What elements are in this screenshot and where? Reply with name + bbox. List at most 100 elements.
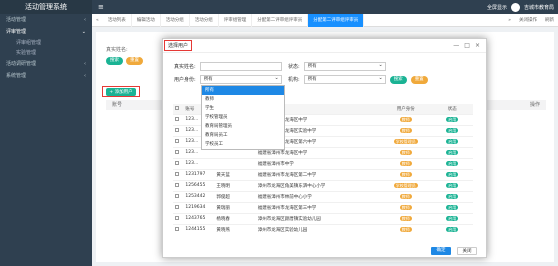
cell-account: 123... bbox=[183, 157, 215, 169]
sidebar-subitem-experiment[interactable]: 实验管理 bbox=[0, 48, 92, 58]
bg-search-button[interactable]: 搜索 bbox=[106, 57, 123, 65]
sidebar: 活动管理系统 活动管理 ‹ 评审管理 ⌄ 评审组管理 实验管理 活动调研管理 ‹ 系统… bbox=[0, 0, 92, 266]
row-select-cell[interactable] bbox=[173, 157, 184, 169]
menu-icon[interactable]: ≡ bbox=[98, 3, 104, 11]
row-checkbox[interactable] bbox=[175, 204, 179, 209]
identity-select[interactable]: 所有 bbox=[199, 75, 282, 84]
app-title: 活动管理系统 bbox=[0, 0, 92, 14]
table-row[interactable]: 123... 福建省漳州市中学 教师 启用 bbox=[173, 157, 473, 169]
sidebar-item-review[interactable]: 评审管理 ⌄ bbox=[0, 26, 92, 38]
user-name[interactable]: 吉城市教育局 bbox=[524, 4, 554, 11]
row-checkbox[interactable] bbox=[175, 116, 179, 121]
dropdown-option[interactable]: 教育局管理员 bbox=[202, 122, 284, 131]
real-name-label: 真实姓名: bbox=[174, 64, 196, 70]
cell-org: 漳州市龙海区实验幼儿园 bbox=[255, 223, 380, 235]
modal-reset-button[interactable]: 重置 bbox=[410, 75, 428, 84]
identity-badge: 教师 bbox=[399, 226, 412, 232]
real-name-input[interactable] bbox=[199, 62, 282, 71]
row-checkbox[interactable] bbox=[175, 171, 179, 176]
row-select-cell[interactable] bbox=[173, 190, 184, 202]
status-badge: 启用 bbox=[446, 226, 459, 232]
sidebar-item-survey[interactable]: 活动调研管理 ‹ bbox=[0, 58, 92, 70]
row-select-cell[interactable] bbox=[173, 179, 184, 191]
status-badge: 启用 bbox=[446, 215, 459, 221]
row-select-cell[interactable] bbox=[173, 168, 184, 180]
row-select-cell[interactable] bbox=[173, 146, 184, 158]
confirm-button[interactable]: 确定 bbox=[431, 247, 451, 255]
cell-status: 启用 bbox=[431, 146, 473, 158]
close-operations-button[interactable]: 关闭操作 bbox=[515, 17, 541, 23]
sidebar-item-activity[interactable]: 活动管理 ‹ bbox=[0, 14, 92, 26]
row-checkbox[interactable] bbox=[175, 193, 179, 198]
bg-form-label: 真实姓名: bbox=[106, 47, 128, 53]
select-all-checkbox[interactable] bbox=[175, 105, 179, 110]
tab[interactable]: 编辑活动 bbox=[132, 13, 161, 27]
identity-label: 用户身份: bbox=[174, 77, 196, 83]
topbar: ≡ 全屏显示 吉城市教育局 bbox=[92, 0, 558, 14]
add-user-button-highlight[interactable]: + 添加用户 bbox=[102, 86, 140, 97]
col-identity: 用户身份 bbox=[379, 104, 432, 114]
org-select[interactable]: 所有 bbox=[303, 75, 386, 84]
close-icon[interactable]: × bbox=[475, 42, 480, 49]
row-checkbox[interactable] bbox=[175, 138, 179, 143]
dropdown-option[interactable]: 学生 bbox=[202, 104, 284, 113]
tabs-prev-icon[interactable]: « bbox=[92, 18, 103, 23]
sidebar-item-system[interactable]: 系统管理 ‹ bbox=[0, 70, 92, 82]
tab[interactable]: 活动分组 bbox=[190, 13, 219, 27]
fullscreen-button[interactable]: 全屏显示 bbox=[487, 4, 507, 11]
tab[interactable]: 活动列表 bbox=[103, 13, 132, 27]
status-select[interactable]: 所有 bbox=[303, 62, 386, 71]
row-select-cell[interactable] bbox=[173, 113, 184, 125]
cell-status: 启用 bbox=[431, 168, 473, 180]
cell-real-name: 黄瑞丽 bbox=[214, 201, 256, 213]
refresh-button[interactable]: 刷新 bbox=[541, 17, 558, 23]
table-row[interactable]: 1219634 黄瑞丽 福建省漳州市龙海区第三中学 教师 启用 bbox=[173, 201, 473, 213]
table-row[interactable]: 1253442 郭俊超 福建省漳州市林前中心小学 教师 启用 bbox=[173, 190, 473, 202]
real-name-row: 真实姓名: bbox=[174, 62, 282, 71]
row-checkbox[interactable] bbox=[175, 226, 179, 231]
row-select-cell[interactable] bbox=[173, 124, 184, 136]
identity-badge: 学校管理员 bbox=[393, 182, 418, 188]
tab[interactable]: 活动分组 bbox=[161, 13, 190, 27]
cell-org: 福建省漳州市龙海区第二中学 bbox=[255, 168, 380, 180]
row-checkbox[interactable] bbox=[175, 160, 179, 165]
row-select-cell[interactable] bbox=[173, 135, 184, 147]
modal-header: 选择用户 — □ × bbox=[163, 39, 486, 53]
add-user-button[interactable]: + 添加用户 bbox=[106, 87, 136, 96]
row-checkbox[interactable] bbox=[175, 149, 179, 154]
row-checkbox[interactable] bbox=[175, 215, 179, 220]
sidebar-item-label: 系统管理 bbox=[6, 73, 27, 79]
dropdown-option[interactable]: 所有 bbox=[202, 86, 284, 95]
dropdown-option[interactable]: 学校员工 bbox=[202, 140, 284, 149]
dropdown-option[interactable]: 学校管理员 bbox=[202, 113, 284, 122]
tab[interactable]: 分配第二评审组评审员 bbox=[252, 13, 309, 27]
identity-badge: 教师 bbox=[399, 193, 412, 199]
table-row[interactable]: 1244155 黄晓燕 漳州市龙海区实验幼儿园 教师 启用 bbox=[173, 223, 473, 235]
dropdown-option[interactable]: 教育局员工 bbox=[202, 131, 284, 140]
row-checkbox[interactable] bbox=[175, 127, 179, 132]
sidebar-subitem-review-group[interactable]: 评审组管理 bbox=[0, 38, 92, 48]
select-all-header[interactable] bbox=[173, 104, 184, 114]
cell-identity: 教师 bbox=[379, 223, 432, 235]
row-checkbox[interactable] bbox=[175, 182, 179, 187]
row-select-cell[interactable] bbox=[173, 201, 184, 213]
avatar[interactable] bbox=[510, 2, 520, 12]
dropdown-option[interactable]: 教师 bbox=[202, 95, 284, 104]
table-row[interactable]: 1243765 杨晓春 漳州市龙海区颜厝镇实验幼儿园 教师 启用 bbox=[173, 212, 473, 224]
row-select-cell[interactable] bbox=[173, 212, 184, 224]
maximize-icon[interactable]: □ bbox=[464, 42, 470, 49]
tab[interactable]: 评审组管理 bbox=[219, 13, 253, 27]
cell-real-name: 黄晓燕 bbox=[214, 223, 256, 235]
tabs-next-icon[interactable]: » bbox=[504, 18, 515, 23]
identity-row: 用户身份: 所有 bbox=[174, 75, 282, 84]
sidebar-nav: 活动管理 ‹ 评审管理 ⌄ 评审组管理 实验管理 活动调研管理 ‹ 系统管理 ‹ bbox=[0, 14, 92, 82]
row-select-cell[interactable] bbox=[173, 223, 184, 235]
tab-active[interactable]: 分配第二评审组评审员 bbox=[308, 13, 365, 27]
table-row[interactable]: 1256455 王晓明 漳州市龙海区角美镇东泗中心小学 学校管理员 启用 bbox=[173, 179, 473, 191]
bg-reset-button[interactable]: 重置 bbox=[126, 57, 143, 65]
cancel-button[interactable]: 关闭 bbox=[457, 247, 477, 255]
table-row[interactable]: 1231797 黄天蓝 福建省漳州市龙海区第二中学 教师 启用 bbox=[173, 168, 473, 180]
modal-search-button[interactable]: 搜索 bbox=[389, 75, 407, 84]
cell-status: 启用 bbox=[431, 113, 473, 125]
minimize-icon[interactable]: — bbox=[453, 42, 459, 49]
